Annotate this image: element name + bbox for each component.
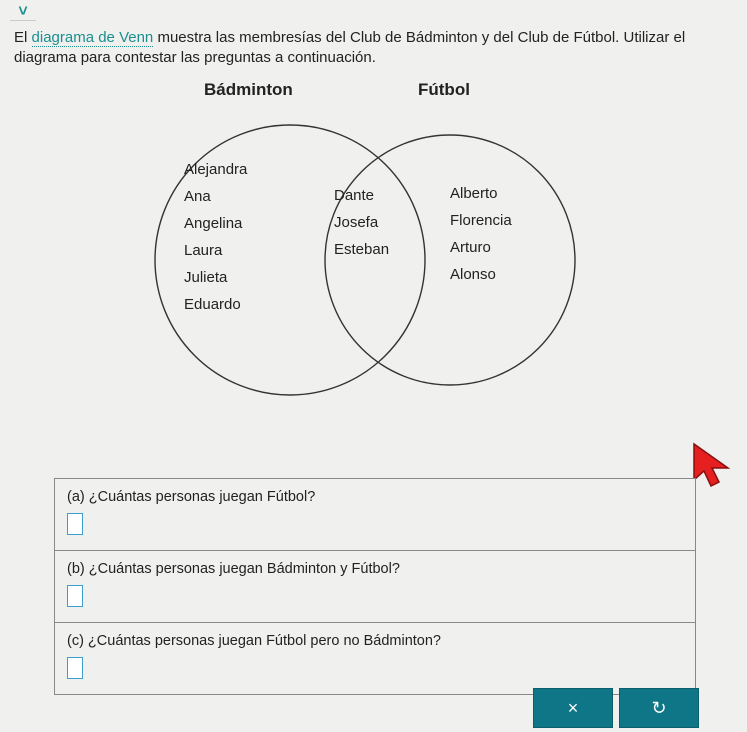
venn-diagram: Bádminton Fútbol Alejandra Ana Angelina … xyxy=(0,80,747,420)
question-b-row: (b) ¿Cuántas personas juegan Bádminton y… xyxy=(55,551,695,623)
question-c-text: (c) ¿Cuántas personas juegan Fútbol pero… xyxy=(67,633,683,649)
question-a-text: (a) ¿Cuántas personas juegan Fútbol? xyxy=(67,489,683,505)
name-item: Alejandra xyxy=(184,156,247,183)
instructions-text: El diagrama de Venn muestra las membresí… xyxy=(14,28,733,69)
venn-label-right: Fútbol xyxy=(418,80,470,100)
venn-label-left: Bádminton xyxy=(204,80,293,100)
venn-intersection-names: Dante Josefa Esteban xyxy=(334,182,389,263)
name-item: Arturo xyxy=(450,234,512,261)
answer-input-c[interactable] xyxy=(67,657,83,679)
name-item: Alonso xyxy=(450,261,512,288)
name-item: Angelina xyxy=(184,210,247,237)
cursor-arrow-icon xyxy=(690,440,734,492)
venn-right-names: Alberto Florencia Arturo Alonso xyxy=(450,180,512,288)
question-a-row: (a) ¿Cuántas personas juegan Fútbol? xyxy=(55,479,695,551)
intro-prefix: El xyxy=(14,29,32,46)
name-item: Dante xyxy=(334,182,389,209)
questions-panel: (a) ¿Cuántas personas juegan Fútbol? (b)… xyxy=(54,478,696,695)
close-icon: × xyxy=(568,698,579,719)
name-item: Julieta xyxy=(184,264,247,291)
answer-input-a[interactable] xyxy=(67,513,83,535)
name-item: Florencia xyxy=(450,207,512,234)
reset-icon: ↻ xyxy=(651,698,666,719)
chevron-down-icon: ˅ xyxy=(18,5,27,19)
venn-diagram-link[interactable]: diagrama de Venn xyxy=(32,29,154,47)
name-item: Laura xyxy=(184,237,247,264)
reset-button[interactable]: ↻ xyxy=(619,688,699,728)
name-item: Ana xyxy=(184,183,247,210)
venn-left-names: Alejandra Ana Angelina Laura Julieta Edu… xyxy=(184,156,247,318)
name-item: Esteban xyxy=(334,236,389,263)
question-c-row: (c) ¿Cuántas personas juegan Fútbol pero… xyxy=(55,623,695,694)
action-buttons: × ↻ xyxy=(533,688,699,728)
name-item: Josefa xyxy=(334,209,389,236)
close-button[interactable]: × xyxy=(533,688,613,728)
answer-input-b[interactable] xyxy=(67,585,83,607)
name-item: Alberto xyxy=(450,180,512,207)
question-b-text: (b) ¿Cuántas personas juegan Bádminton y… xyxy=(67,561,683,577)
name-item: Eduardo xyxy=(184,291,247,318)
expand-toggle[interactable]: ˅ xyxy=(10,4,36,21)
